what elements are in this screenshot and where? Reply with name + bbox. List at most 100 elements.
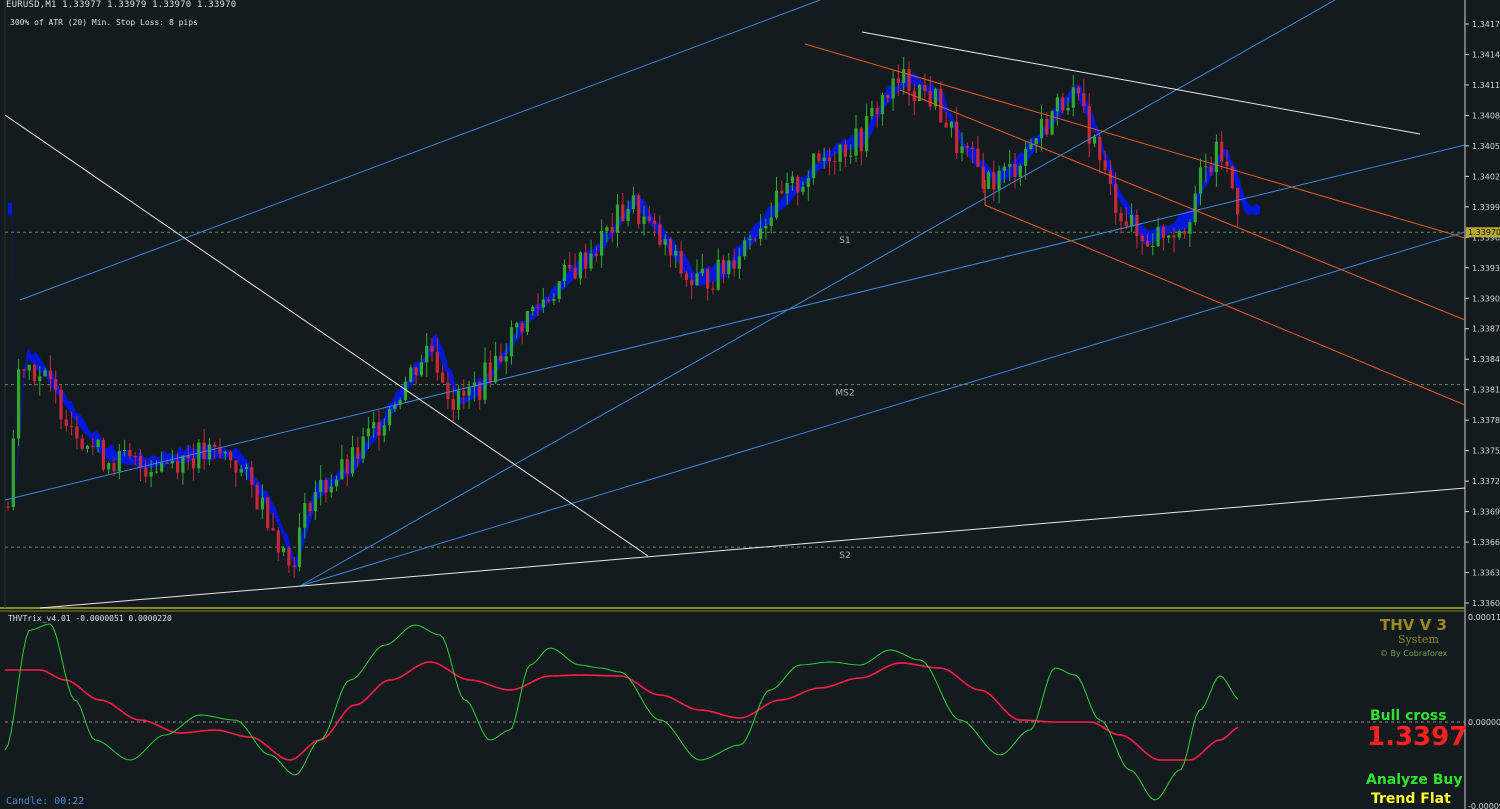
candle-body bbox=[345, 459, 349, 474]
indicator-axis-label: -0.000091 bbox=[1468, 802, 1500, 809]
candle-body bbox=[806, 178, 810, 187]
candle-body bbox=[896, 78, 900, 84]
candle-body bbox=[594, 253, 598, 256]
candle-body bbox=[737, 256, 741, 269]
trix-indicator: 0.000119 0.0000000 -0.000091 bbox=[4, 613, 1500, 809]
candle-body bbox=[17, 369, 21, 439]
candle-body bbox=[446, 382, 450, 400]
candle-timer: Candle: 00:22 bbox=[6, 796, 85, 807]
candle-body bbox=[774, 190, 779, 218]
candle-body bbox=[101, 439, 105, 470]
price-tick-label: 1.34085 bbox=[1472, 111, 1500, 120]
candle-body bbox=[1225, 161, 1229, 167]
price-axis: 1.34175 1.34145 1.34115 1.34085 1.34055 1.340… bbox=[0, 0, 1500, 809]
candle-body bbox=[584, 252, 588, 269]
candle-body bbox=[271, 528, 275, 531]
candle-body bbox=[361, 436, 365, 459]
price-chart[interactable]: 1.34175 1.34145 1.34115 1.34085 1.34055 1.340… bbox=[0, 0, 1500, 809]
indicator-axis-label: 0.0000000 bbox=[1468, 718, 1500, 727]
level-label: S1 bbox=[839, 236, 850, 246]
candle-body bbox=[827, 157, 832, 162]
candle-body bbox=[1220, 141, 1224, 162]
candle-body bbox=[986, 172, 991, 189]
system-subtitle: System bbox=[1398, 633, 1439, 646]
candle-body bbox=[743, 240, 747, 257]
candle-body bbox=[541, 299, 545, 308]
cloud-area bbox=[8, 72, 1260, 571]
candle-body bbox=[377, 422, 381, 436]
trix-line bbox=[4, 623, 1239, 801]
candle-body bbox=[213, 444, 217, 447]
candle-body bbox=[1103, 160, 1107, 171]
candle-body bbox=[59, 389, 63, 420]
candle-body bbox=[70, 425, 74, 427]
level-label: MS2 bbox=[835, 389, 854, 399]
candle-body bbox=[520, 323, 524, 332]
candle-body bbox=[886, 94, 890, 99]
candle-body bbox=[647, 216, 651, 221]
candle-body bbox=[197, 442, 201, 469]
candle-body bbox=[1236, 188, 1240, 215]
candle-body bbox=[928, 90, 932, 107]
trading-terminal: 1.34175 1.34145 1.34115 1.34085 1.34055 1.340… bbox=[0, 0, 1500, 809]
trendlines[interactable] bbox=[4, 0, 1466, 609]
candle-body bbox=[1140, 235, 1144, 242]
candle-body bbox=[1188, 222, 1192, 234]
price-tick-label: 1.34145 bbox=[1472, 50, 1500, 59]
candle-body bbox=[1177, 230, 1181, 238]
candles bbox=[6, 56, 1240, 578]
channel-lower-line bbox=[299, 231, 1466, 587]
candle-body bbox=[854, 128, 858, 156]
candle-body bbox=[690, 279, 694, 286]
candle-body bbox=[54, 379, 58, 390]
price-tick-label: 1.34115 bbox=[1472, 81, 1500, 90]
signal-line bbox=[5, 661, 1239, 761]
candle-body bbox=[865, 116, 869, 152]
candle-body bbox=[1183, 230, 1187, 234]
candle-body bbox=[250, 467, 254, 485]
price-tick-label: 1.33635 bbox=[1472, 569, 1500, 578]
candle-body bbox=[1214, 141, 1218, 173]
price-tick-label: 1.33725 bbox=[1472, 477, 1500, 486]
candle-body bbox=[1209, 166, 1213, 173]
candle-body bbox=[324, 479, 328, 493]
candle-body bbox=[1193, 193, 1197, 223]
orange-channel-bottom bbox=[984, 204, 1466, 406]
candle-body bbox=[859, 128, 863, 152]
candle-body bbox=[965, 146, 969, 148]
candle-body bbox=[615, 204, 620, 233]
candle-body bbox=[112, 463, 116, 472]
signal-price: 1.3397 bbox=[1367, 722, 1468, 752]
candle-body bbox=[27, 364, 31, 371]
candle-body bbox=[764, 225, 768, 229]
system-byline: © By Cobraforex bbox=[1380, 649, 1448, 658]
candle-body bbox=[997, 170, 1001, 190]
candle-body bbox=[621, 204, 625, 222]
candle-body bbox=[483, 362, 487, 400]
candle-body bbox=[1018, 165, 1022, 177]
candle-body bbox=[48, 370, 52, 380]
candle-body bbox=[117, 450, 121, 472]
price-tick-label: 1.33875 bbox=[1472, 325, 1500, 334]
atr-info: 300% of ATR (20) Min. Stop Loss: 8 pips bbox=[10, 18, 198, 27]
candle-body bbox=[467, 386, 471, 396]
candle-body bbox=[1156, 226, 1160, 246]
candle-body bbox=[1114, 183, 1118, 214]
candle-body bbox=[165, 462, 169, 464]
price-tick-label: 1.33905 bbox=[1472, 294, 1500, 303]
candle-body bbox=[1045, 119, 1049, 135]
candle-body bbox=[552, 298, 556, 301]
candle-body bbox=[234, 460, 238, 473]
candle-body bbox=[663, 239, 667, 245]
candle-body bbox=[266, 497, 270, 529]
candle-body bbox=[695, 273, 699, 286]
candle-body bbox=[181, 455, 185, 473]
candle-body bbox=[668, 239, 673, 256]
candle-body bbox=[610, 227, 614, 233]
candle-body bbox=[276, 530, 280, 553]
candle-body bbox=[626, 209, 630, 222]
candle-body bbox=[721, 259, 726, 274]
candle-body bbox=[1124, 221, 1128, 227]
candle-body bbox=[531, 307, 535, 311]
candle-body bbox=[790, 176, 794, 183]
